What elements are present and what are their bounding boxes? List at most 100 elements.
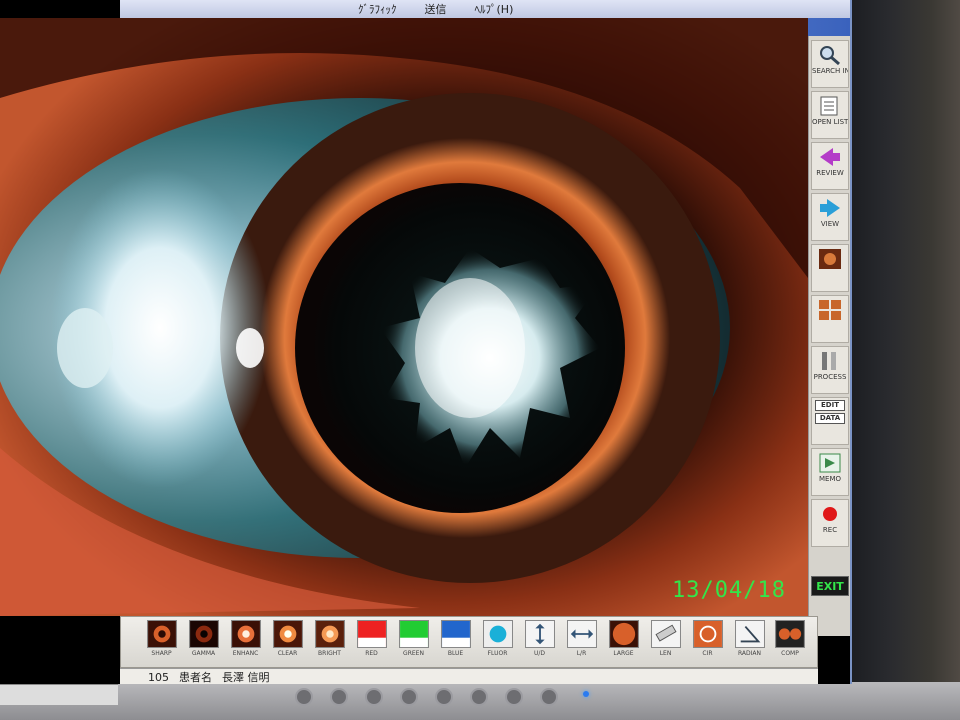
eye-image-viewer[interactable]: 13/04/18: [0, 18, 808, 616]
list-icon: [820, 96, 838, 116]
menu-send[interactable]: 送信: [425, 1, 447, 17]
circle-icon: [692, 620, 723, 648]
cir-button[interactable]: CIR: [691, 620, 724, 662]
toolbar-label: L/R: [576, 650, 587, 657]
enhanc-button[interactable]: ENHANC: [229, 620, 262, 662]
toolbar-label: BLUE: [447, 650, 464, 657]
red-channel-icon: [356, 620, 387, 648]
right-sidebar: SEARCH IN ID OPEN LIST REVIEW VIEW PROCE…: [808, 36, 850, 636]
comp-button[interactable]: COMP: [775, 620, 805, 662]
memo-button[interactable]: MEMO: [811, 448, 849, 496]
multi-image-icon: [819, 300, 841, 320]
app-window: ｸﾞﾗﾌｨｯｸ 送信 ﾍﾙﾌﾟ(H) 13/04/18 SEARCH I OPE…: [0, 0, 852, 684]
eye-photo: [0, 18, 808, 616]
monitor-button[interactable]: [540, 688, 558, 706]
green-button[interactable]: GREEN: [397, 620, 430, 662]
arrow-left-icon: [820, 148, 840, 166]
process-button[interactable]: PROCESS: [811, 346, 849, 394]
image-toolbar: SHARP GAMMA ENHANC CLEAR BRIGHT RED GREE…: [120, 616, 818, 668]
single-image-button[interactable]: [811, 244, 849, 292]
toolbar-label: ENHANC: [232, 650, 259, 657]
sidebar-label: SEARCH IN ID: [812, 67, 848, 75]
angle-icon: [734, 620, 765, 648]
toolbar-label: SHARP: [151, 650, 172, 657]
view-button[interactable]: VIEW: [811, 193, 849, 241]
date-stamp: 13/04/18: [672, 578, 786, 603]
sidebar-label: VIEW: [820, 220, 840, 228]
fluor-button[interactable]: FLUOR: [481, 620, 514, 662]
background-right: [845, 0, 960, 720]
monitor-button[interactable]: [365, 688, 383, 706]
clear-button[interactable]: CLEAR: [271, 620, 304, 662]
open-list-button[interactable]: OPEN LIST: [811, 91, 849, 139]
ruler-icon: [650, 620, 681, 648]
flip-horizontal-icon: [566, 620, 597, 648]
bright-button[interactable]: BRIGHT: [313, 620, 346, 662]
exit-button[interactable]: EXIT: [811, 576, 849, 596]
patient-name: 長澤 信明: [222, 671, 270, 684]
toolbar-label: GAMMA: [191, 650, 216, 657]
gamma-button[interactable]: GAMMA: [187, 620, 220, 662]
magnifier-icon: [820, 46, 840, 66]
monitor-button[interactable]: [470, 688, 488, 706]
blue-button[interactable]: BLUE: [439, 620, 472, 662]
eye-thumb-icon: [188, 620, 219, 648]
arrow-right-icon: [820, 199, 840, 217]
eye-thumb-icon: [314, 620, 345, 648]
toolbar-label: LEN: [659, 650, 672, 657]
sidebar-label: REC: [822, 526, 838, 534]
patient-name-label: 患者名: [179, 671, 212, 684]
sharp-button[interactable]: SHARP: [145, 620, 178, 662]
flip-lr-button[interactable]: L/R: [565, 620, 598, 662]
toolbar-label: RED: [365, 650, 378, 657]
sidebar-label: REVIEW: [816, 169, 844, 177]
patient-id: 105: [148, 670, 169, 684]
edit-data-button[interactable]: EDIT DATA: [811, 397, 849, 445]
compare-icon: [775, 620, 805, 648]
toolbar-label: CIR: [702, 650, 713, 657]
edit-label: EDIT: [815, 400, 845, 411]
monitor-button[interactable]: [505, 688, 523, 706]
record-button[interactable]: REC: [811, 499, 849, 547]
red-button[interactable]: RED: [355, 620, 388, 662]
eye-thumb-icon: [146, 620, 177, 648]
toolbar-label: COMP: [781, 650, 799, 657]
flip-ud-button[interactable]: U/D: [523, 620, 556, 662]
green-channel-icon: [398, 620, 429, 648]
memo-arrow-icon: [819, 453, 841, 473]
toolbar-label: U/D: [533, 650, 546, 657]
record-icon: [823, 507, 837, 521]
multi-image-button[interactable]: [811, 295, 849, 343]
sidebar-label: OPEN LIST: [812, 118, 849, 126]
data-label: DATA: [815, 413, 845, 424]
single-image-icon: [819, 249, 841, 269]
toolbar-label: CLEAR: [277, 650, 298, 657]
toolbar-label: FLUOR: [487, 650, 508, 657]
flip-vertical-icon: [524, 620, 555, 648]
fluor-icon: [482, 620, 513, 648]
large-button[interactable]: LARGE: [607, 620, 640, 662]
blue-channel-icon: [440, 620, 471, 648]
tools-icon: [822, 352, 836, 370]
radian-button[interactable]: RADIAN: [733, 620, 766, 662]
len-button[interactable]: LEN: [649, 620, 682, 662]
monitor-button[interactable]: [330, 688, 348, 706]
monitor-button[interactable]: [295, 688, 313, 706]
status-bar: 105 患者名 長澤 信明: [120, 668, 818, 684]
monitor-buttons: [295, 688, 575, 706]
monitor-button[interactable]: [435, 688, 453, 706]
sidebar-label: MEMO: [818, 475, 841, 483]
toolbar-label: RADIAN: [737, 650, 761, 657]
menu-help[interactable]: ﾍﾙﾌﾟ(H): [475, 1, 514, 17]
search-in-id-button[interactable]: SEARCH IN ID: [811, 40, 849, 88]
sidebar-label: PROCESS: [813, 373, 847, 381]
review-button[interactable]: REVIEW: [811, 142, 849, 190]
power-led-icon: [583, 691, 589, 697]
eye-thumb-icon: [230, 620, 261, 648]
menu-graphic[interactable]: ｸﾞﾗﾌｨｯｸ: [358, 1, 397, 17]
toolbar-label: GREEN: [403, 650, 424, 657]
monitor-button[interactable]: [400, 688, 418, 706]
toolbar-label: LARGE: [613, 650, 634, 657]
toolbar-label: BRIGHT: [318, 650, 341, 657]
